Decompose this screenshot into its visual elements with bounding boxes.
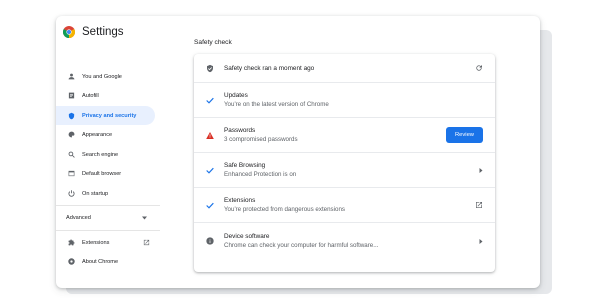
sidebar-item-label: Search engine xyxy=(82,151,119,158)
safety-check-panel: Safety check ran a moment ago Updates Yo… xyxy=(194,54,495,272)
chevron-right-icon xyxy=(479,238,483,244)
chrome-icon xyxy=(64,258,78,265)
warning-icon xyxy=(202,131,218,139)
person-icon xyxy=(64,73,78,80)
info-icon xyxy=(202,237,218,245)
sidebar-item-label: Default browser xyxy=(82,170,122,177)
extensions-subtitle: You're protected from dangerous extensio… xyxy=(224,206,345,213)
brand: Settings xyxy=(63,26,124,38)
power-icon xyxy=(64,190,78,197)
sidebar-item-label: About Chrome xyxy=(82,258,119,265)
passwords-title: Passwords xyxy=(224,127,256,134)
sidebar-item-label: You and Google xyxy=(82,73,122,80)
safety-check-status: Safety check ran a moment ago xyxy=(224,64,315,72)
sidebar-item-label: Appearance xyxy=(82,131,113,138)
sidebar-divider xyxy=(56,230,160,231)
chevron-right-icon xyxy=(479,167,483,173)
passwords-row: Passwords 3 compromised passwords Review xyxy=(194,118,495,152)
app-title: Settings xyxy=(82,26,124,38)
sidebar-item-label: Extensions xyxy=(82,239,110,246)
extensions-title: Extensions xyxy=(224,197,256,204)
device-software-title: Device software xyxy=(224,233,270,240)
sidebar-item-you-and-google[interactable]: You and Google xyxy=(56,67,155,86)
checkmark-icon xyxy=(202,167,218,174)
search-icon xyxy=(64,151,78,158)
sidebar-item-search-engine[interactable]: Search engine xyxy=(56,145,155,164)
review-button[interactable]: Review xyxy=(446,127,483,143)
updates-title: Updates xyxy=(224,92,248,99)
puzzle-icon xyxy=(64,239,78,246)
sidebar-item-appearance[interactable]: Appearance xyxy=(56,125,155,144)
open-external-icon xyxy=(143,239,150,246)
chrome-logo-icon xyxy=(63,26,75,38)
sidebar-item-label: Autofill xyxy=(82,92,99,99)
passwords-subtitle: 3 compromised passwords xyxy=(224,136,298,143)
updates-subtitle: You're on the latest version of Chrome xyxy=(224,101,329,108)
autofill-icon xyxy=(64,92,78,99)
safety-check-header-row: Safety check ran a moment ago xyxy=(194,54,495,82)
sidebar-item-extensions[interactable]: Extensions xyxy=(56,233,160,252)
chevron-down-icon xyxy=(142,216,147,220)
open-external-icon[interactable] xyxy=(475,201,483,209)
sidebar-item-autofill[interactable]: Autofill xyxy=(56,86,155,105)
settings-window: Settings You and Google Autofill Privacy… xyxy=(56,16,540,288)
sidebar-item-label: Privacy and security xyxy=(82,112,137,119)
browser-icon xyxy=(64,170,78,177)
sidebar: Settings You and Google Autofill Privacy… xyxy=(56,16,160,288)
advanced-toggle[interactable]: Advanced xyxy=(56,210,155,226)
sidebar-item-on-startup[interactable]: On startup xyxy=(56,184,155,203)
updates-row: Updates You're on the latest version of … xyxy=(194,83,495,117)
device-software-row[interactable]: Device software Chrome can check your co… xyxy=(194,223,495,259)
device-software-subtitle: Chrome can check your computer for harmf… xyxy=(224,242,379,249)
safe-browsing-subtitle: Enhanced Protection is on xyxy=(224,171,297,178)
refresh-icon[interactable] xyxy=(475,64,483,72)
sidebar-item-about-chrome[interactable]: About Chrome xyxy=(56,252,155,271)
section-title: Safety check xyxy=(194,39,232,46)
sidebar-item-label: On startup xyxy=(82,190,109,197)
shield-check-icon xyxy=(202,64,218,73)
checkmark-icon xyxy=(202,97,218,104)
checkmark-icon xyxy=(202,202,218,209)
palette-icon xyxy=(64,131,78,138)
advanced-label: Advanced xyxy=(66,215,91,221)
extensions-row[interactable]: Extensions You're protected from dangero… xyxy=(194,188,495,222)
sidebar-item-default-browser[interactable]: Default browser xyxy=(56,164,155,183)
sidebar-item-privacy-and-security[interactable]: Privacy and security xyxy=(56,106,155,125)
safe-browsing-row[interactable]: Safe Browsing Enhanced Protection is on xyxy=(194,153,495,187)
safe-browsing-title: Safe Browsing xyxy=(224,162,266,169)
sidebar-divider xyxy=(56,205,160,206)
shield-icon xyxy=(64,112,78,120)
